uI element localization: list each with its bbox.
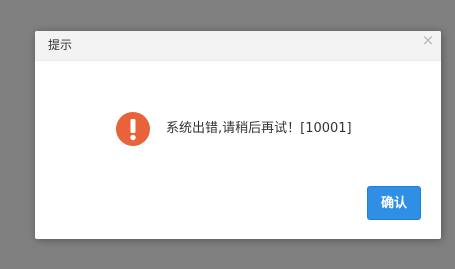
alert-dialog: 提示 × 系统出错,请稍后再试！[10001] 确认 xyxy=(35,31,441,239)
dialog-title: 提示 xyxy=(48,38,73,52)
close-icon[interactable]: × xyxy=(421,33,435,48)
warning-icon xyxy=(116,112,150,146)
confirm-button[interactable]: 确认 xyxy=(367,186,421,220)
dialog-header: 提示 × xyxy=(35,31,441,61)
error-message: 系统出错,请稍后再试！[10001] xyxy=(166,121,352,136)
